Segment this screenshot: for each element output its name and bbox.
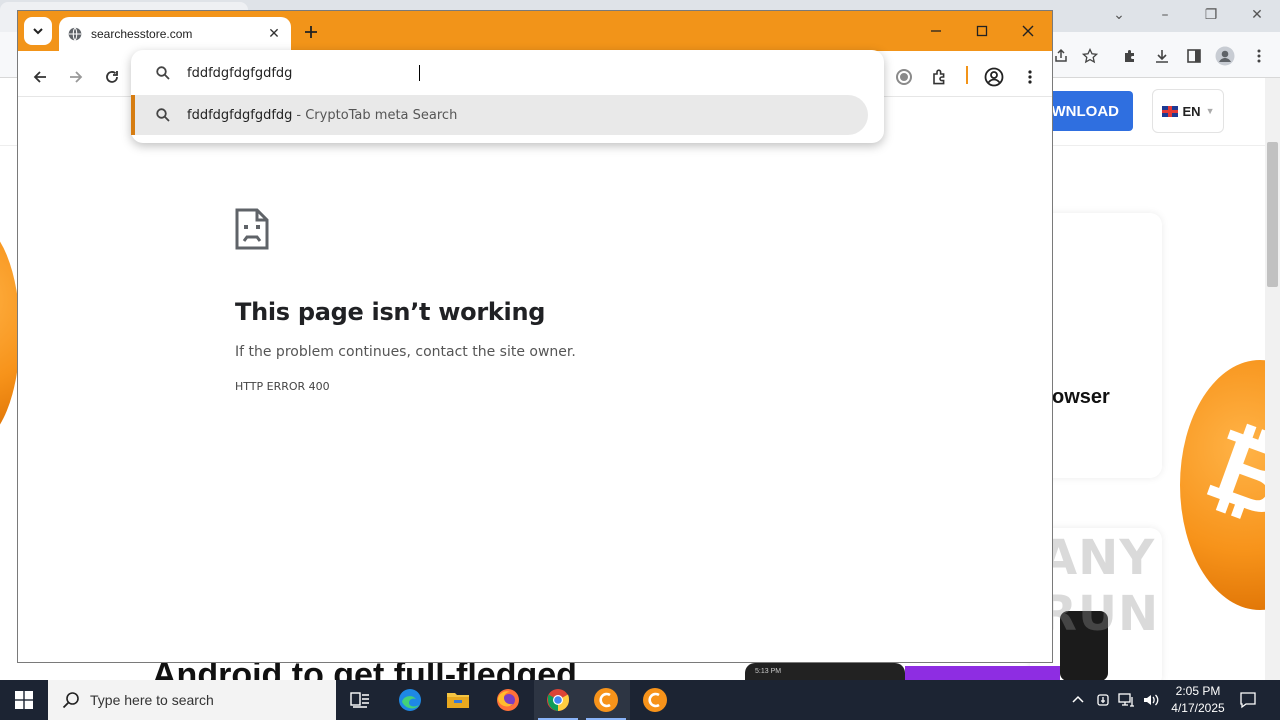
firefox-app[interactable] [484,680,532,720]
anyrun-watermark: ANY RUN [1040,530,1160,642]
chevron-down-icon[interactable]: ⌄ [1106,4,1132,26]
show-hidden-icons-button[interactable] [1068,680,1088,720]
maximize-icon [976,25,988,37]
phone-image: 5:13 PM [745,663,905,680]
star-icon[interactable] [1079,45,1101,67]
usb-device-icon [1097,694,1109,706]
file-explorer-app[interactable] [434,680,482,720]
scrollbar-thumb[interactable] [1267,142,1278,287]
taskbar-search-box[interactable]: Type here to search [48,680,336,720]
error-title: This page isn’t working [235,298,546,326]
minimize-button[interactable] [918,17,954,45]
back-icon [33,71,46,83]
browser-menu-button[interactable] [1016,63,1044,91]
chrome-icon [547,689,570,711]
profile-button[interactable] [980,63,1008,91]
edge-app[interactable] [386,680,434,720]
cryptotab-browser-icon [594,688,618,712]
cryptotab-icon [896,69,912,85]
notification-icon [1240,692,1256,709]
usb-device-tray-button[interactable] [1092,680,1114,720]
cryptotab-extension-button[interactable] [890,63,918,91]
task-view-button[interactable] [336,680,384,720]
minimize-icon[interactable]: – [1152,4,1178,26]
side-panel-icon[interactable] [1183,45,1205,67]
extensions-icon[interactable] [1119,45,1141,67]
error-code: HTTP ERROR 400 [235,380,330,393]
taskbar-clock[interactable]: 2:05 PM 4/17/2025 [1162,683,1234,717]
minimize-icon [931,30,941,32]
download-icon[interactable] [1151,45,1173,67]
chrome-app[interactable] [534,680,582,720]
chevron-down-icon: ▼ [1205,106,1215,116]
network-icon [1118,693,1134,707]
address-bar-input[interactable] [187,62,837,84]
extensions-button[interactable] [926,63,954,91]
firefox-icon [497,689,519,711]
plus-icon [305,26,317,38]
share-icon[interactable] [1050,45,1072,67]
chevron-down-icon [33,28,43,35]
volume-tray-button[interactable] [1140,680,1162,720]
card-title: owser [1052,386,1110,408]
extensions-icon [933,69,945,85]
uk-flag-icon [1161,105,1178,117]
suggestion-engine: - CryptoTab meta Search [296,107,458,123]
menu-icon[interactable] [1248,45,1270,67]
sad-page-icon [234,207,270,256]
clock-date: 4/17/2025 [1171,701,1225,715]
maximize-button[interactable] [964,17,1000,45]
forward-button[interactable] [62,63,90,91]
chevron-up-icon [1072,695,1084,703]
globe-icon [67,26,83,42]
error-message: If the problem continues, contact the si… [235,344,576,360]
search-icon [156,108,170,122]
file-explorer-icon [447,693,469,708]
close-icon [1022,25,1034,37]
search-icon [62,692,79,709]
phone-screen-image [905,666,1060,680]
omnibox-suggestion[interactable]: fddfdgfdgfgdfdg - CryptoTab meta Search [131,95,868,135]
edge-icon [399,689,421,711]
back-button[interactable] [26,63,54,91]
profile-icon [984,67,1004,87]
close-icon[interactable]: ✕ [1244,4,1270,26]
active-tab[interactable]: searchesstore.com ✕ [59,17,291,51]
network-tray-button[interactable] [1116,680,1138,720]
start-button[interactable] [0,680,48,720]
windows-icon [15,691,33,709]
suggestion-query: fddfdgfdgfgdfdg [187,107,293,123]
close-icon[interactable]: ✕ [265,25,283,43]
restore-icon[interactable]: ❐ [1198,4,1224,26]
menu-icon [1028,70,1032,84]
cryptotab-browser-app[interactable] [582,680,630,720]
close-window-button[interactable] [1010,17,1046,45]
text-cursor [419,65,420,81]
notification-center-button[interactable] [1234,680,1262,720]
task-view-icon [350,692,369,708]
new-tab-button[interactable] [299,20,323,44]
reload-icon [106,71,118,83]
language-select[interactable]: EN ▼ [1152,89,1224,133]
forward-icon [70,71,83,83]
tab-search-button[interactable] [24,17,52,45]
language-label: EN [1182,103,1201,119]
reload-button[interactable] [98,63,126,91]
volume-icon [1144,694,1159,706]
windows-taskbar: Type here to search 2:05 PM 4/17/2025 [0,680,1280,720]
clock-time: 2:05 PM [1175,684,1221,698]
toolbar-divider [966,66,968,84]
tab-strip: searchesstore.com ✕ [18,11,1052,51]
cryptotab-browser-app-secondary[interactable] [631,680,679,720]
cryptotab-browser-icon [643,688,667,712]
tab-title: searchesstore.com [91,27,193,41]
search-icon [156,66,170,80]
taskbar-search-placeholder: Type here to search [90,692,214,708]
omnibox-dropdown: fddfdgfdgfgdfdg - CryptoTab meta Search [131,50,884,143]
error-page: This page isn’t working If the problem c… [18,98,1052,662]
profile-icon[interactable] [1214,45,1236,67]
